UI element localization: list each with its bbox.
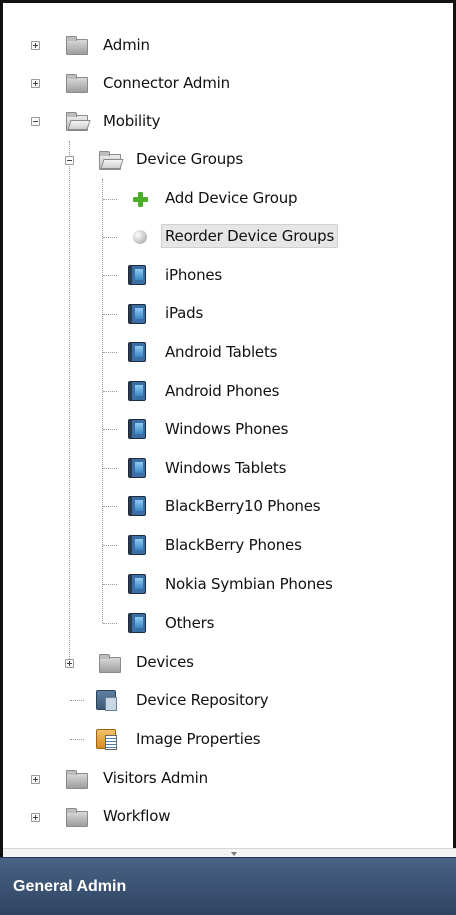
collapse-device-groups-toggle[interactable] <box>65 156 74 165</box>
tree-node-devices[interactable]: Devices <box>132 647 198 677</box>
open-folder-icon <box>66 112 88 131</box>
tree-node-device-groups[interactable]: Device Groups <box>132 144 247 174</box>
tree-node-admin[interactable]: Admin <box>99 30 154 60</box>
tree-node-connector-admin[interactable]: Connector Admin <box>99 68 234 98</box>
expand-connector-admin-toggle[interactable] <box>31 79 40 88</box>
tree-node-visitors-admin[interactable]: Visitors Admin <box>99 763 212 793</box>
tree-guide-line <box>103 199 117 200</box>
tree-node-device-group[interactable]: Android Tablets <box>161 337 281 367</box>
add-icon <box>132 191 148 207</box>
accordion-header-general-admin[interactable]: General Admin <box>0 857 456 915</box>
mobile-device-icon <box>128 304 146 324</box>
tree-node-label: BlackBerry10 Phones <box>165 497 321 515</box>
tree-guide-line <box>103 545 117 546</box>
tree-node-label: iPhones <box>165 266 223 284</box>
expand-admin-toggle[interactable] <box>31 41 40 50</box>
admin-tree: Admin Connector Admin Mobility Device Gr… <box>3 3 453 848</box>
tree-node-label: Device Groups <box>136 150 243 168</box>
tree-guide-line <box>103 275 117 276</box>
image-properties-icon <box>96 729 117 750</box>
tree-guide-line <box>102 179 103 623</box>
expand-devices-toggle[interactable] <box>65 659 74 668</box>
tree-node-device-group[interactable]: Windows Phones <box>161 414 292 444</box>
collapse-mobility-toggle[interactable] <box>31 117 40 126</box>
tree-node-label: Devices <box>136 653 194 671</box>
tree-guide-line <box>103 314 117 315</box>
tree-guide-line <box>69 141 70 661</box>
tree-node-label: Image Properties <box>136 730 261 748</box>
tree-guide-line <box>103 391 117 392</box>
tree-node-device-group[interactable]: iPhones <box>161 260 226 290</box>
tree-node-label: Admin <box>103 36 150 54</box>
tree-guide-line <box>103 468 117 469</box>
tree-node-label: BlackBerry Phones <box>165 536 302 554</box>
expand-workflow-toggle[interactable] <box>31 813 40 822</box>
tree-guide-line <box>103 429 117 430</box>
reorder-device-groups-link[interactable]: Reorder Device Groups <box>161 221 339 251</box>
tree-guide-line <box>103 352 117 353</box>
tree-node-label: Android Phones <box>165 382 280 400</box>
mobile-device-icon <box>128 381 146 401</box>
tree-node-device-group[interactable]: BlackBerry10 Phones <box>161 491 324 521</box>
mobile-device-icon <box>128 458 146 478</box>
chevron-down-icon <box>231 852 237 856</box>
mobile-device-icon <box>128 496 146 516</box>
tree-node-device-group[interactable]: BlackBerry Phones <box>161 530 306 560</box>
tree-node-device-group[interactable]: iPads <box>161 298 207 328</box>
mobile-device-icon <box>128 419 146 439</box>
navigation-panel: Admin Connector Admin Mobility Device Gr… <box>0 0 456 915</box>
folder-icon <box>66 770 88 789</box>
tree-node-label: Mobility <box>103 112 161 130</box>
tree-node-device-group[interactable]: Windows Tablets <box>161 453 290 483</box>
tree-node-label: Windows Phones <box>165 420 289 438</box>
tree-node-label: Connector Admin <box>103 74 230 92</box>
tree-node-device-group[interactable]: Nokia Symbian Phones <box>161 569 337 599</box>
tree-node-label: Reorder Device Groups <box>161 224 339 248</box>
tree-guide-line <box>70 739 84 740</box>
tree-node-label: Android Tablets <box>165 343 278 361</box>
tree-node-device-group[interactable]: Others <box>161 608 218 638</box>
tree-node-label: Workflow <box>103 807 171 825</box>
tree-node-label: Nokia Symbian Phones <box>165 575 333 593</box>
folder-icon <box>66 36 88 55</box>
tree-guide-line <box>70 700 84 701</box>
folder-icon <box>66 74 88 93</box>
open-folder-icon <box>99 151 121 170</box>
tree-node-image-properties[interactable]: Image Properties <box>132 724 264 754</box>
tree-node-label: Add Device Group <box>165 189 298 207</box>
tree-guide-line <box>103 584 117 585</box>
reorder-icon <box>133 230 147 244</box>
tree-node-label: Windows Tablets <box>165 459 287 477</box>
mobile-device-icon <box>128 613 146 633</box>
tree-node-label: Visitors Admin <box>103 769 208 787</box>
accordion-header-title: General Admin <box>13 877 127 895</box>
tree-guide-line <box>103 623 117 624</box>
tree-node-mobility[interactable]: Mobility <box>99 106 164 136</box>
tree-node-label: iPads <box>165 304 204 322</box>
tree-node-workflow[interactable]: Workflow <box>99 801 174 831</box>
tree-node-label: Others <box>165 614 215 632</box>
folder-icon <box>66 808 88 827</box>
mobile-device-icon <box>128 265 146 285</box>
tree-guide-line <box>103 506 117 507</box>
expand-visitors-admin-toggle[interactable] <box>31 775 40 784</box>
device-repository-icon <box>96 690 117 711</box>
mobile-device-icon <box>128 574 146 594</box>
tree-node-device-repository[interactable]: Device Repository <box>132 685 272 715</box>
add-device-group-link[interactable]: Add Device Group <box>161 183 301 213</box>
tree-guide-line <box>103 237 117 238</box>
mobile-device-icon <box>128 535 146 555</box>
mobile-device-icon <box>128 342 146 362</box>
tree-node-label: Device Repository <box>136 691 269 709</box>
tree-node-device-group[interactable]: Android Phones <box>161 376 283 406</box>
folder-icon <box>99 654 121 673</box>
